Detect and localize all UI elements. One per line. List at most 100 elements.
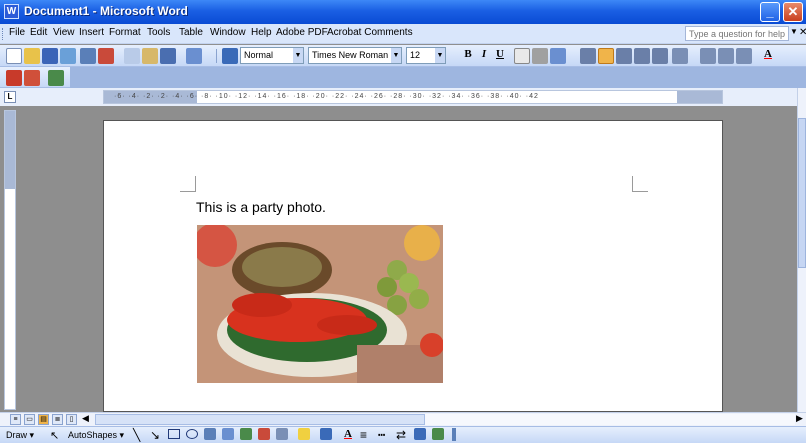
align-right-icon[interactable]: [616, 48, 632, 64]
diagram-icon[interactable]: [240, 428, 252, 440]
web-view-button[interactable]: ▭: [24, 414, 35, 425]
outline-view-button[interactable]: ≣: [52, 414, 63, 425]
permission-icon[interactable]: [60, 48, 76, 64]
arrow-icon[interactable]: ↘: [150, 428, 160, 442]
word-doc-icon[interactable]: W: [4, 4, 19, 19]
oval-icon[interactable]: [186, 429, 198, 439]
chevron-down-icon: ▼: [435, 48, 445, 63]
undo-icon[interactable]: [186, 48, 202, 64]
vertical-scrollbar[interactable]: [797, 88, 806, 412]
toolbar-grip[interactable]: [2, 28, 5, 40]
window-title: Document1 - Microsoft Word: [24, 4, 188, 18]
justify-icon[interactable]: [634, 48, 650, 64]
horizontal-ruler[interactable]: ·6· ·4· ·2· ·2· ·4· ·6· ·8· ·10· ·12· ·1…: [103, 90, 723, 104]
pdf-email-icon[interactable]: [24, 70, 40, 86]
chevron-down-icon[interactable]: ▼: [790, 27, 798, 36]
style-dropdown[interactable]: Normal ▼: [240, 47, 304, 64]
fill-color-icon[interactable]: [298, 428, 310, 440]
character-scaling-icon[interactable]: [550, 48, 566, 64]
format-painter-icon[interactable]: [160, 48, 176, 64]
scrollbar-thumb[interactable]: [95, 414, 425, 425]
character-shading-icon[interactable]: [532, 48, 548, 64]
photo-illustration: [197, 225, 443, 383]
open-folder-icon[interactable]: [24, 48, 40, 64]
underline-button[interactable]: U: [492, 48, 508, 60]
menu-format[interactable]: Format: [109, 27, 141, 38]
cut-icon[interactable]: [124, 48, 140, 64]
menu-insert[interactable]: Insert: [79, 27, 104, 38]
menu-view[interactable]: View: [53, 27, 75, 38]
standard-toolbar: Normal ▼ Times New Roman ▼ 12 ▼ B I U A: [0, 45, 806, 67]
chevron-down-icon: ▼: [391, 48, 401, 63]
menu-adobe-pdf[interactable]: Adobe PDF: [276, 27, 328, 38]
menu-acrobat-comments[interactable]: Acrobat Comments: [327, 27, 413, 38]
dash-style-icon[interactable]: ┅: [378, 428, 385, 442]
font-dropdown[interactable]: Times New Roman ▼: [308, 47, 402, 64]
bold-button[interactable]: B: [460, 48, 476, 60]
paste-icon[interactable]: [142, 48, 158, 64]
font-color-icon[interactable]: A: [760, 48, 776, 60]
margin-mark: [632, 176, 648, 192]
wordart-icon[interactable]: [222, 428, 234, 440]
convert-to-pdf-icon[interactable]: [6, 70, 22, 86]
scroll-right-icon[interactable]: ▶: [796, 413, 803, 424]
numbering-icon[interactable]: [700, 48, 716, 64]
research-icon[interactable]: [98, 48, 114, 64]
menu-window[interactable]: Window: [210, 27, 246, 38]
menu-file[interactable]: File: [9, 27, 25, 38]
close-button[interactable]: ✕: [783, 2, 803, 22]
horizontal-scrollbar[interactable]: [95, 414, 795, 425]
line-spacing-icon[interactable]: [672, 48, 688, 64]
text-box-icon[interactable]: [204, 428, 216, 440]
scroll-left-icon[interactable]: ◀: [82, 413, 89, 424]
menu-bar: File Edit View Insert Format Tools Table…: [0, 24, 806, 44]
document-close-icon[interactable]: ✕: [799, 27, 806, 38]
font-color-icon[interactable]: A: [340, 428, 356, 440]
menu-table[interactable]: Table: [179, 27, 203, 38]
autoshapes-button[interactable]: AutoShapes ▾: [68, 430, 124, 441]
document-text[interactable]: This is a party photo.: [196, 199, 326, 215]
print-view-button[interactable]: ▤: [38, 414, 49, 425]
menu-tools[interactable]: Tools: [147, 27, 170, 38]
shadow-style-icon[interactable]: [414, 428, 426, 440]
3d-style-icon[interactable]: [432, 428, 444, 440]
menu-help[interactable]: Help: [251, 27, 272, 38]
print-icon[interactable]: [80, 48, 96, 64]
align-left-icon[interactable]: [580, 48, 596, 64]
style-icon[interactable]: [222, 48, 238, 64]
draw-menu-button[interactable]: Draw ▾: [6, 430, 34, 441]
reading-view-button[interactable]: ▯: [66, 414, 77, 425]
scrollbar-thumb[interactable]: [798, 118, 806, 268]
adobe-toolbar: [0, 67, 70, 88]
italic-button[interactable]: I: [476, 48, 492, 60]
increase-indent-icon[interactable]: [736, 48, 752, 64]
bullets-icon[interactable]: [718, 48, 734, 64]
distributed-icon[interactable]: [652, 48, 668, 64]
picture-icon[interactable]: [276, 428, 288, 440]
rectangle-icon[interactable]: [168, 429, 180, 439]
minimize-button[interactable]: _: [760, 2, 780, 22]
margin-mark: [180, 176, 196, 192]
tab-selector[interactable]: L: [4, 91, 16, 103]
align-center-icon[interactable]: [598, 48, 614, 64]
normal-view-button[interactable]: ≡: [10, 414, 21, 425]
chevron-down-icon: ▼: [293, 48, 303, 63]
pdf-review-icon[interactable]: [48, 70, 64, 86]
toolbar-options-icon[interactable]: [452, 428, 456, 441]
new-document-icon[interactable]: [6, 48, 22, 64]
character-border-icon[interactable]: [514, 48, 530, 64]
font-size-dropdown[interactable]: 12 ▼: [406, 47, 446, 64]
drawing-toolbar: Draw ▾ ↖ AutoShapes ▾ ╲ ↘ A ≡ ┅ ⇄: [0, 426, 806, 443]
line-icon[interactable]: ╲: [133, 428, 140, 442]
clip-art-icon[interactable]: [258, 428, 270, 440]
lobster-party-photo[interactable]: [197, 225, 443, 383]
view-and-scroll-bar: ≡ ▭ ▤ ≣ ▯ ◀ ▶: [0, 412, 806, 426]
arrow-style-icon[interactable]: ⇄: [396, 428, 406, 442]
line-color-icon[interactable]: [320, 428, 332, 440]
save-icon[interactable]: [42, 48, 58, 64]
line-style-icon[interactable]: ≡: [360, 428, 367, 442]
vertical-ruler[interactable]: [4, 110, 16, 410]
select-objects-icon[interactable]: ↖: [50, 429, 59, 442]
menu-edit[interactable]: Edit: [30, 27, 47, 38]
help-search-input[interactable]: [685, 26, 789, 41]
